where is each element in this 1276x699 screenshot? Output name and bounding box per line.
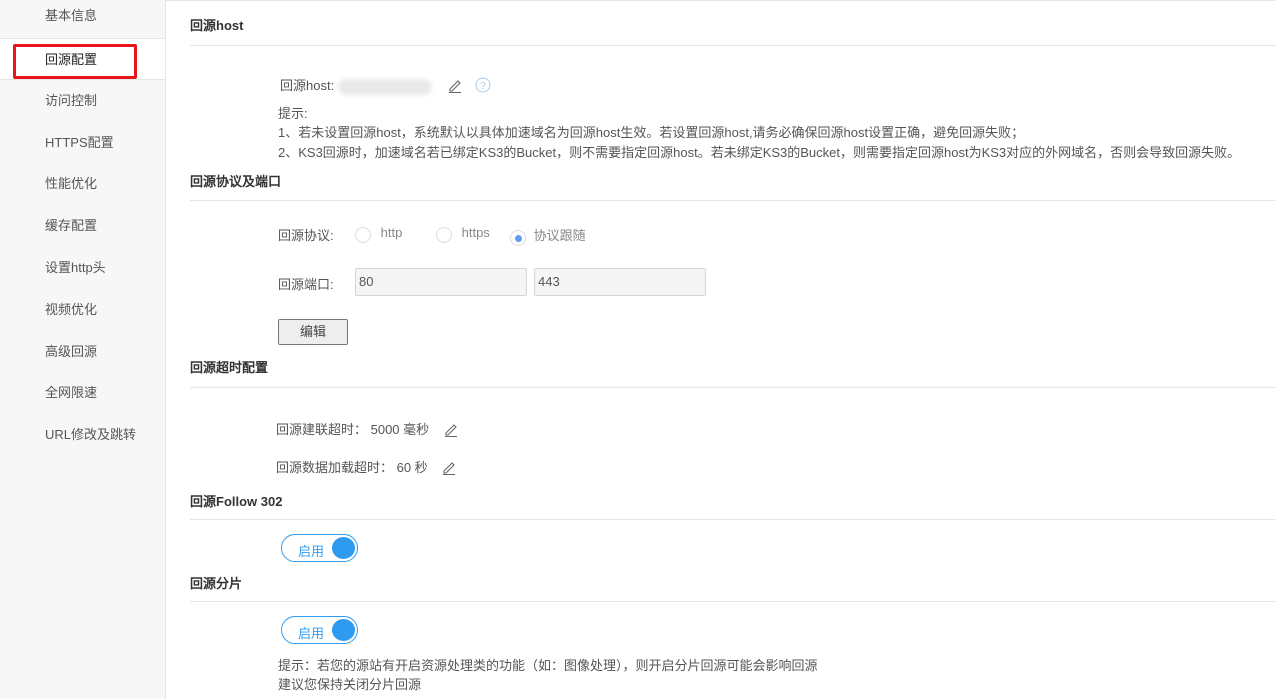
range-toggle[interactable]: 启用	[281, 616, 358, 644]
host-tip-1: 1、若未设置回源host，系统默认以具体加速域名为回源host生效。若设置回源h…	[278, 125, 1025, 140]
section-title-protocol: 回源协议及端口	[190, 174, 282, 189]
range-tip-1: 提示：若您的源站有开启资源处理类的功能（如：图像处理），则开启分片回源可能会影响…	[278, 658, 818, 673]
help-icon[interactable]: ?	[475, 77, 491, 96]
port-label: 回源端口:	[278, 277, 334, 292]
highlight-box	[13, 44, 137, 79]
divider	[190, 45, 1276, 46]
svg-text:?: ?	[480, 81, 486, 92]
divider	[190, 200, 1276, 201]
follow302-toggle[interactable]: 启用	[281, 534, 358, 562]
divider	[190, 601, 1276, 602]
sidebar-item-access-control[interactable]: 访问控制	[0, 80, 165, 122]
section-title-host: 回源host	[190, 18, 244, 33]
toggle-label: 启用	[298, 626, 325, 641]
divider	[190, 519, 1276, 520]
radio-follow[interactable]: 协议跟随	[510, 225, 586, 246]
radio-http[interactable]: http	[355, 225, 402, 243]
edit-pencil-icon[interactable]	[443, 421, 459, 440]
connect-timeout-row: 回源建联超时： 5000 毫秒	[276, 419, 459, 440]
edit-button[interactable]: 编辑	[278, 319, 348, 345]
sidebar-item-cache[interactable]: 缓存配置	[0, 205, 165, 247]
divider	[190, 387, 1276, 388]
radio-https[interactable]: https	[436, 225, 490, 243]
sidebar-item-advanced-origin[interactable]: 高级回源	[0, 331, 165, 373]
host-value-blurred	[337, 78, 432, 95]
sidebar-item-rate-limit[interactable]: 全网限速	[0, 372, 165, 414]
host-row: 回源host: ?	[280, 75, 491, 96]
host-tip-title: 提示:	[278, 106, 308, 121]
radio-http-label: http	[380, 225, 403, 241]
section-title-range: 回源分片	[190, 576, 243, 591]
protocol-label: 回源协议:	[278, 228, 334, 243]
edit-pencil-icon[interactable]	[441, 459, 457, 478]
http-port-input[interactable]: 80	[355, 268, 527, 296]
toggle-label: 启用	[298, 544, 325, 559]
sidebar-item-https[interactable]: HTTPS配置	[0, 122, 165, 164]
radio-follow-label: 协议跟随	[533, 228, 586, 243]
range-tip-2: 建议您保持关闭分片回源	[278, 677, 422, 692]
data-timeout-row: 回源数据加载超时： 60 秒	[276, 457, 457, 478]
host-tip-2: 2、KS3回源时，加速域名若已绑定KS3的Bucket，则不需要指定回源host…	[278, 145, 1241, 160]
https-port-input[interactable]: 443	[534, 268, 706, 296]
data-timeout-text: 回源数据加载超时： 60 秒	[276, 460, 428, 475]
sidebar-item-video[interactable]: 视频优化	[0, 289, 165, 331]
sidebar-item-url-rewrite[interactable]: URL修改及跳转	[0, 414, 165, 456]
top-border	[0, 0, 1276, 3]
host-label: 回源host:	[280, 78, 335, 93]
section-title-timeout: 回源超时配置	[190, 360, 269, 375]
connect-timeout-text: 回源建联超时： 5000 毫秒	[276, 422, 430, 437]
sidebar-item-basic-info[interactable]: 基本信息	[0, 0, 165, 37]
radio-https-label: https	[461, 225, 490, 241]
sidebar: 基本信息 回源配置 访问控制 HTTPS配置 性能优化 缓存配置 设置http头…	[0, 0, 166, 699]
edit-pencil-icon[interactable]	[447, 77, 463, 96]
section-title-follow302: 回源Follow 302	[190, 494, 283, 509]
sidebar-item-performance[interactable]: 性能优化	[0, 163, 165, 205]
sidebar-item-http-header[interactable]: 设置http头	[0, 247, 165, 289]
